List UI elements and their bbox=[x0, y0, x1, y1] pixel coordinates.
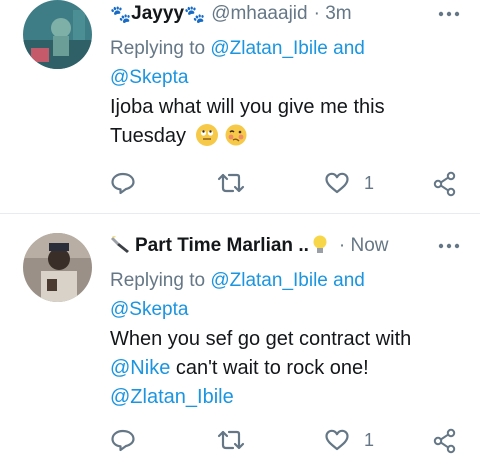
avatar[interactable] bbox=[23, 233, 92, 302]
bulb-icon bbox=[311, 234, 329, 259]
share-icon bbox=[433, 428, 456, 454]
paw-icon: 🐾 bbox=[184, 4, 206, 24]
like-icon bbox=[325, 429, 349, 451]
retweet-button[interactable] bbox=[217, 428, 245, 452]
retweet-icon bbox=[217, 173, 245, 193]
tweet-text: When you sef go get contract with @Nike … bbox=[110, 328, 412, 408]
avatar[interactable] bbox=[23, 0, 92, 69]
tweet-actions: 1 bbox=[110, 428, 460, 454]
timestamp[interactable]: · 3m bbox=[314, 3, 352, 25]
reply-button[interactable] bbox=[110, 428, 136, 452]
mention-link[interactable]: @Nike bbox=[110, 357, 170, 379]
replying-to-continued: @Skepta bbox=[110, 295, 188, 324]
share-button[interactable] bbox=[432, 428, 458, 454]
timestamp[interactable]: · Now bbox=[339, 235, 389, 257]
like-button[interactable]: 1 bbox=[324, 171, 374, 195]
replying-to: Replying to @Zlatan_Ibile and bbox=[110, 38, 365, 59]
retweet-button[interactable] bbox=[217, 171, 245, 195]
tweet-text: Ijoba what will you give me this Tuesday bbox=[110, 96, 385, 147]
like-count: 1 bbox=[364, 172, 375, 193]
woozy-emoji bbox=[225, 124, 247, 146]
tweet-actions: 1 bbox=[110, 171, 460, 197]
tweet-header: Part Time Marlian .. · Now bbox=[110, 232, 460, 260]
more-icon[interactable] bbox=[438, 232, 460, 265]
replying-to: Replying to @Zlatan_Ibile and bbox=[110, 270, 365, 291]
username[interactable]: @mhaaajid bbox=[211, 3, 307, 25]
reply-icon bbox=[111, 172, 135, 195]
display-name[interactable]: 🐾 Jayyy 🐾 bbox=[110, 3, 205, 25]
share-icon bbox=[433, 171, 456, 197]
replying-to-continued: @Skepta bbox=[110, 63, 188, 92]
display-name[interactable]: Part Time Marlian .. bbox=[110, 234, 329, 259]
reply-icon bbox=[111, 429, 135, 452]
tweet-header: 🐾 Jayyy 🐾 @mhaaajid · 3m bbox=[110, 0, 460, 28]
retweet-icon bbox=[217, 430, 245, 450]
like-button[interactable]: 1 bbox=[324, 428, 374, 452]
mention-link[interactable]: @Zlatan_Ibile bbox=[110, 386, 234, 408]
reply-button[interactable] bbox=[110, 171, 136, 195]
mention-link[interactable]: @Zlatan_Ibile and bbox=[210, 270, 365, 291]
like-icon bbox=[325, 172, 349, 194]
eye-roll-emoji bbox=[195, 124, 218, 146]
mention-link[interactable]: @Zlatan_Ibile and bbox=[210, 38, 365, 59]
like-count: 1 bbox=[364, 429, 375, 450]
mention-link[interactable]: @Skepta bbox=[110, 299, 188, 320]
paw-icon: 🐾 bbox=[110, 4, 132, 24]
more-icon[interactable] bbox=[438, 0, 460, 33]
tweet[interactable]: Part Time Marlian .. · Now Replying to @… bbox=[0, 214, 480, 459]
flashlight-icon bbox=[110, 234, 132, 259]
tweet[interactable]: 🐾 Jayyy 🐾 @mhaaajid · 3m Replying to @Zl… bbox=[0, 0, 480, 214]
share-button[interactable] bbox=[432, 171, 458, 197]
mention-link[interactable]: @Skepta bbox=[110, 67, 188, 88]
